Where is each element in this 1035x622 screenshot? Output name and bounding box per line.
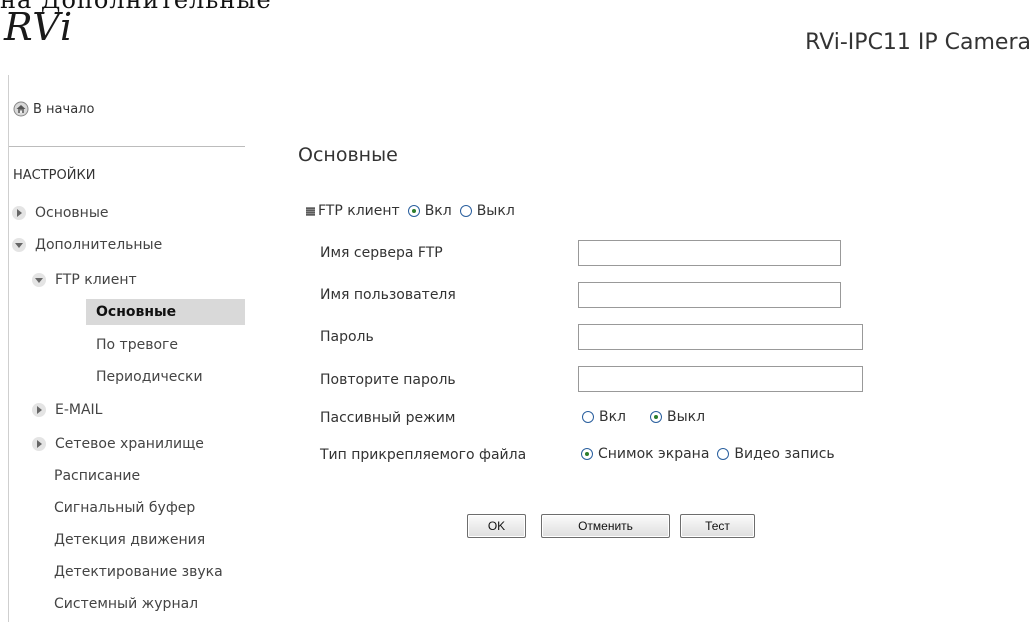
ftp-server-label: Имя сервера FTP xyxy=(320,245,443,261)
sidebar-item-label: Детектирование звука xyxy=(54,564,223,580)
sidebar-item-periodic[interactable]: Периодически xyxy=(96,364,203,390)
sidebar-item-ftp-client[interactable]: FTP клиент xyxy=(31,267,137,293)
sidebar-item-on-alarm[interactable]: По тревоге xyxy=(96,332,178,358)
passive-mode-label: Пассивный режим xyxy=(320,410,456,426)
sidebar-item-label: Системный журнал xyxy=(54,596,199,612)
sidebar-item-motion-detection[interactable]: Детекция движения xyxy=(54,527,205,553)
attachment-video-radio[interactable] xyxy=(717,448,730,460)
home-icon xyxy=(13,101,29,117)
repeat-password-input[interactable] xyxy=(578,366,863,392)
attachment-type-label: Тип прикрепляемого файла xyxy=(320,447,527,463)
ftp-server-input[interactable] xyxy=(578,240,841,266)
expand-arrow-icon xyxy=(12,206,26,220)
ftp-client-label: FTP клиент xyxy=(318,203,400,219)
sidebar-item-label: Расписание xyxy=(54,468,141,484)
password-input[interactable] xyxy=(578,324,863,350)
sidebar-item-label: FTP клиент xyxy=(55,272,137,288)
ftp-client-on-label: Вкл xyxy=(424,203,452,219)
passive-mode-on-radio[interactable] xyxy=(582,411,594,423)
sidebar-item-schedule[interactable]: Расписание xyxy=(54,463,140,489)
sidebar-item-system-log[interactable]: Системный журнал xyxy=(54,591,198,617)
username-label: Имя пользователя xyxy=(320,287,456,303)
page-title: Основные xyxy=(298,144,398,166)
sidebar-item-alarm-buffer[interactable]: Сигнальный буфер xyxy=(54,495,195,521)
cancel-button[interactable]: Отменить xyxy=(541,514,670,538)
sidebar-item-label: По тревоге xyxy=(96,337,178,353)
sidebar-item-ftp-basic[interactable]: Основные xyxy=(86,299,245,325)
sidebar-item-label: Сетевое хранилище xyxy=(55,436,204,452)
attachment-video-label: Видео запись xyxy=(734,446,835,462)
ftp-client-off-label: Выкл xyxy=(476,203,515,219)
ftp-client-toggle-row: FTP клиент Вкл Выкл xyxy=(306,203,515,219)
sidebar-divider xyxy=(9,146,245,147)
sidebar-item-label: Сигнальный буфер xyxy=(54,500,196,516)
attachment-snapshot-label: Снимок экрана xyxy=(598,446,710,462)
ftp-client-off-radio[interactable] xyxy=(459,205,472,217)
sidebar-item-label: Дополнительные xyxy=(35,237,163,253)
expand-arrow-icon xyxy=(32,403,46,417)
sidebar-item-audio-detection[interactable]: Детектирование звука xyxy=(54,559,223,585)
home-link[interactable]: В начало xyxy=(13,101,94,117)
attachment-type-radio-group: Снимок экрана Видео запись xyxy=(573,446,835,462)
settings-section-header: НАСТРОЙКИ xyxy=(13,168,96,183)
product-title: RVi-IPC11 IP Camera xyxy=(805,30,1031,55)
passive-mode-radio-group: Вкл Выкл xyxy=(574,409,705,425)
sidebar-item-label: Основные xyxy=(96,304,177,320)
username-input[interactable] xyxy=(578,282,841,308)
test-button[interactable]: Тест xyxy=(680,514,755,538)
sidebar: В начало НАСТРОЙКИ Основные Дополнительн… xyxy=(9,75,245,622)
rvi-logo: RVi xyxy=(4,5,74,49)
passive-mode-on-label: Вкл xyxy=(599,409,627,425)
ok-button[interactable]: OK xyxy=(467,514,526,538)
sidebar-item-label: Периодически xyxy=(96,369,203,385)
sidebar-item-basic[interactable]: Основные xyxy=(11,200,109,226)
passive-mode-off-label: Выкл xyxy=(667,409,706,425)
repeat-password-label: Повторите пароль xyxy=(320,372,456,388)
sidebar-item-label: E-MAIL xyxy=(55,402,103,418)
sidebar-item-advanced[interactable]: Дополнительные xyxy=(11,232,162,258)
sidebar-item-network-storage[interactable]: Сетевое хранилище xyxy=(31,431,204,457)
attachment-snapshot-radio[interactable] xyxy=(581,448,593,460)
password-label: Пароль xyxy=(320,329,374,345)
home-label: В начало xyxy=(33,101,95,117)
collapse-arrow-icon xyxy=(32,273,46,287)
sidebar-item-label: Основные xyxy=(35,205,109,221)
passive-mode-off-radio[interactable] xyxy=(650,411,663,423)
bullet-square-icon xyxy=(306,206,315,216)
sidebar-item-label: Детекция движения xyxy=(54,532,206,548)
ftp-client-on-radio[interactable] xyxy=(407,205,420,217)
sidebar-item-email[interactable]: E-MAIL xyxy=(31,397,102,423)
expand-arrow-icon xyxy=(32,437,46,451)
collapse-arrow-icon xyxy=(12,238,26,252)
